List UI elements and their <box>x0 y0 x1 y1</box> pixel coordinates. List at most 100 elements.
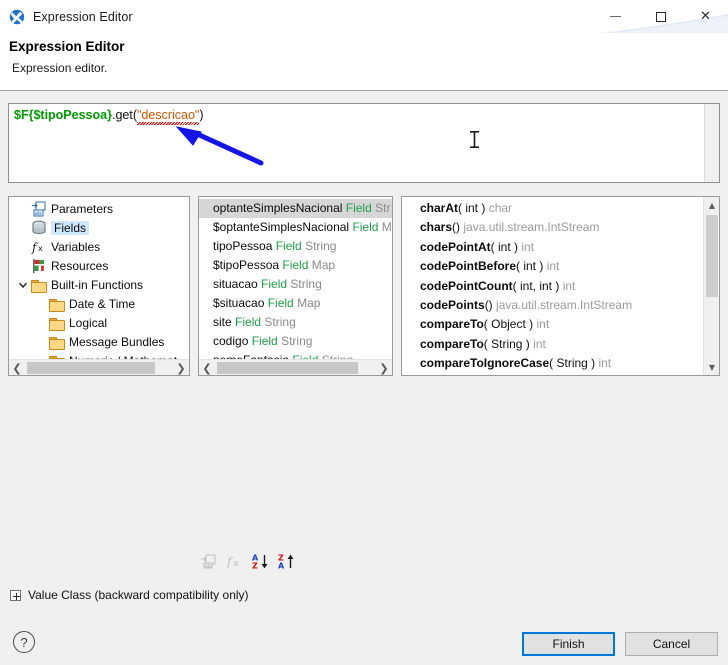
method-args: () <box>484 297 493 312</box>
method-name: codePointCount <box>420 278 513 293</box>
field-kind: Field <box>275 239 302 253</box>
method-item[interactable]: codePointCount( int, int ) int <box>402 277 719 296</box>
scroll-left-icon[interactable]: ❮ <box>9 360 25 376</box>
field-item[interactable]: situacao Field String <box>199 275 392 294</box>
method-name: codePoints <box>420 297 485 312</box>
tree-item-label: Fields <box>51 220 90 235</box>
expression-method-token: .get( <box>111 108 137 122</box>
folder-icon <box>49 334 65 350</box>
scroll-down-icon[interactable]: ▼ <box>704 359 720 375</box>
dialog-body: $F{$tipoPessoa}.get("descricao") ab Param… <box>0 91 728 620</box>
chevron-down-icon[interactable] <box>15 280 31 290</box>
tree-content: ab Parameters Fields f x Variables Resources Bu… <box>9 197 189 375</box>
help-question-icon[interactable]: ? <box>13 631 35 653</box>
field-item[interactable]: codigo Field String <box>199 332 392 351</box>
tree-item-resources[interactable]: Resources <box>9 256 189 275</box>
close-button[interactable]: ✕ <box>683 0 728 33</box>
resources-icon <box>31 258 47 274</box>
tree-item-label: Parameters <box>51 201 114 216</box>
tree-item-label: Built-in Functions <box>51 277 144 292</box>
scroll-left-icon[interactable]: ❮ <box>199 360 215 376</box>
method-args: ( int, int ) <box>512 278 560 293</box>
tree-item-label: Message Bundles <box>69 334 165 349</box>
svg-text:ab: ab <box>205 563 211 569</box>
maximize-button[interactable] <box>638 0 683 33</box>
method-item[interactable]: compareTo( Object ) int <box>402 315 719 334</box>
field-item[interactable]: optanteSimplesNacional Field Str <box>199 199 392 218</box>
insert-parameter-icon[interactable]: ab <box>200 553 217 570</box>
tree-item-fields[interactable]: Fields <box>9 218 189 237</box>
fields-horizontal-scrollbar[interactable]: ❮ ❯ <box>199 359 392 375</box>
method-return-type: int <box>533 336 546 351</box>
tree-item-message-bundles[interactable]: Message Bundles <box>9 332 189 351</box>
scroll-right-icon[interactable]: ❯ <box>173 360 189 376</box>
method-item[interactable]: codePointAt( int ) int <box>402 238 719 257</box>
sort-az-down-icon[interactable]: A Z <box>252 553 269 570</box>
folder-icon <box>49 315 65 331</box>
method-args: ( int ) <box>516 259 544 274</box>
field-item[interactable]: $tipoPessoa Field Map <box>199 256 392 275</box>
tree-item-parameters[interactable]: ab Parameters <box>9 199 189 218</box>
cancel-button[interactable]: Cancel <box>625 632 718 656</box>
field-item[interactable]: $situacao Field Map <box>199 294 392 313</box>
method-name: codePointBefore <box>420 259 517 274</box>
field-name: optanteSimplesNacional <box>213 201 343 215</box>
method-item[interactable]: compareTo( String ) int <box>402 335 719 354</box>
method-args: ( String ) <box>549 356 596 371</box>
methods-list-panel[interactable]: charAt( int ) char chars() java.util.stre… <box>401 196 720 376</box>
methods-vscroll-thumb[interactable] <box>706 215 718 297</box>
field-item[interactable]: $optanteSimplesNacional Field M <box>199 218 392 237</box>
methods-list-content: charAt( int ) char chars() java.util.stre… <box>402 197 719 375</box>
expression-vertical-scrollbar[interactable] <box>704 104 719 182</box>
field-kind: Field <box>352 220 379 234</box>
expression-field-token: $F{$tipoPessoa} <box>14 108 112 122</box>
field-kind: Field <box>235 315 262 329</box>
field-type: String <box>281 334 313 348</box>
tree-hscroll-thumb[interactable] <box>27 362 155 374</box>
fields-list-content: optanteSimplesNacional Field Str $optante… <box>199 197 392 375</box>
dialog-footer: ? <box>0 620 728 665</box>
field-item[interactable]: site Field String <box>199 313 392 332</box>
field-kind: Field <box>261 277 288 291</box>
method-return-type: int <box>562 278 576 293</box>
tree-item-label: Resources <box>51 258 109 273</box>
insert-function-icon[interactable]: f x <box>226 553 243 570</box>
text-cursor-icon <box>470 131 479 148</box>
tree-item-logical[interactable]: Logical <box>9 313 189 332</box>
method-item[interactable]: compareToIgnoreCase( String ) int <box>402 354 719 373</box>
method-item[interactable]: concat( String ) String <box>402 374 719 375</box>
method-return-type: java.util.stream.IntStream <box>463 220 600 235</box>
tree-horizontal-scrollbar[interactable]: ❮ ❯ <box>9 359 189 375</box>
method-item[interactable]: charAt( int ) char <box>402 199 719 218</box>
method-item[interactable]: chars() java.util.stream.IntStream <box>402 218 719 237</box>
page-subtitle: Expression editor. <box>12 61 108 75</box>
sort-za-up-icon[interactable]: Z A <box>278 553 295 570</box>
scroll-up-icon[interactable]: ▲ <box>704 197 720 213</box>
method-name: compareTo <box>420 336 484 351</box>
field-kind: Field <box>251 334 278 348</box>
expression-category-tree[interactable]: ab Parameters Fields f x Variables Resources Bu… <box>8 196 190 376</box>
expression-text-area[interactable]: $F{$tipoPessoa}.get("descricao") <box>8 103 720 183</box>
method-name: chars <box>420 220 453 235</box>
methods-rows: charAt( int ) char chars() java.util.stre… <box>402 197 719 375</box>
field-kind: Field <box>267 296 294 310</box>
method-return-type: java.util.stream.IntStream <box>496 297 633 312</box>
expand-plus-icon[interactable] <box>10 589 21 601</box>
tree-item-variables[interactable]: f x Variables <box>9 237 189 256</box>
minimize-button[interactable] <box>593 0 638 33</box>
method-item[interactable]: codePoints() java.util.stream.IntStream <box>402 296 719 315</box>
methods-vertical-scrollbar[interactable]: ▲ ▼ <box>703 197 719 375</box>
scroll-right-icon[interactable]: ❯ <box>376 360 392 376</box>
field-name: $optanteSimplesNacional <box>213 220 350 234</box>
fields-list-panel[interactable]: optanteSimplesNacional Field Str $optante… <box>198 196 393 376</box>
method-item[interactable]: codePointBefore( int ) int <box>402 257 719 276</box>
value-class-label: Value Class (backward compatibility only… <box>28 588 249 602</box>
finish-button[interactable]: Finish <box>522 632 615 656</box>
svg-text:x: x <box>233 559 239 569</box>
tree-item-built-in-functions[interactable]: Built-in Functions <box>9 275 189 294</box>
method-args: ( String ) <box>483 336 530 351</box>
tree-item-date-time[interactable]: Date & Time <box>9 294 189 313</box>
fields-hscroll-thumb[interactable] <box>217 362 358 374</box>
value-class-expander[interactable]: Value Class (backward compatibility only… <box>10 588 249 602</box>
field-item[interactable]: tipoPessoa Field String <box>199 237 392 256</box>
